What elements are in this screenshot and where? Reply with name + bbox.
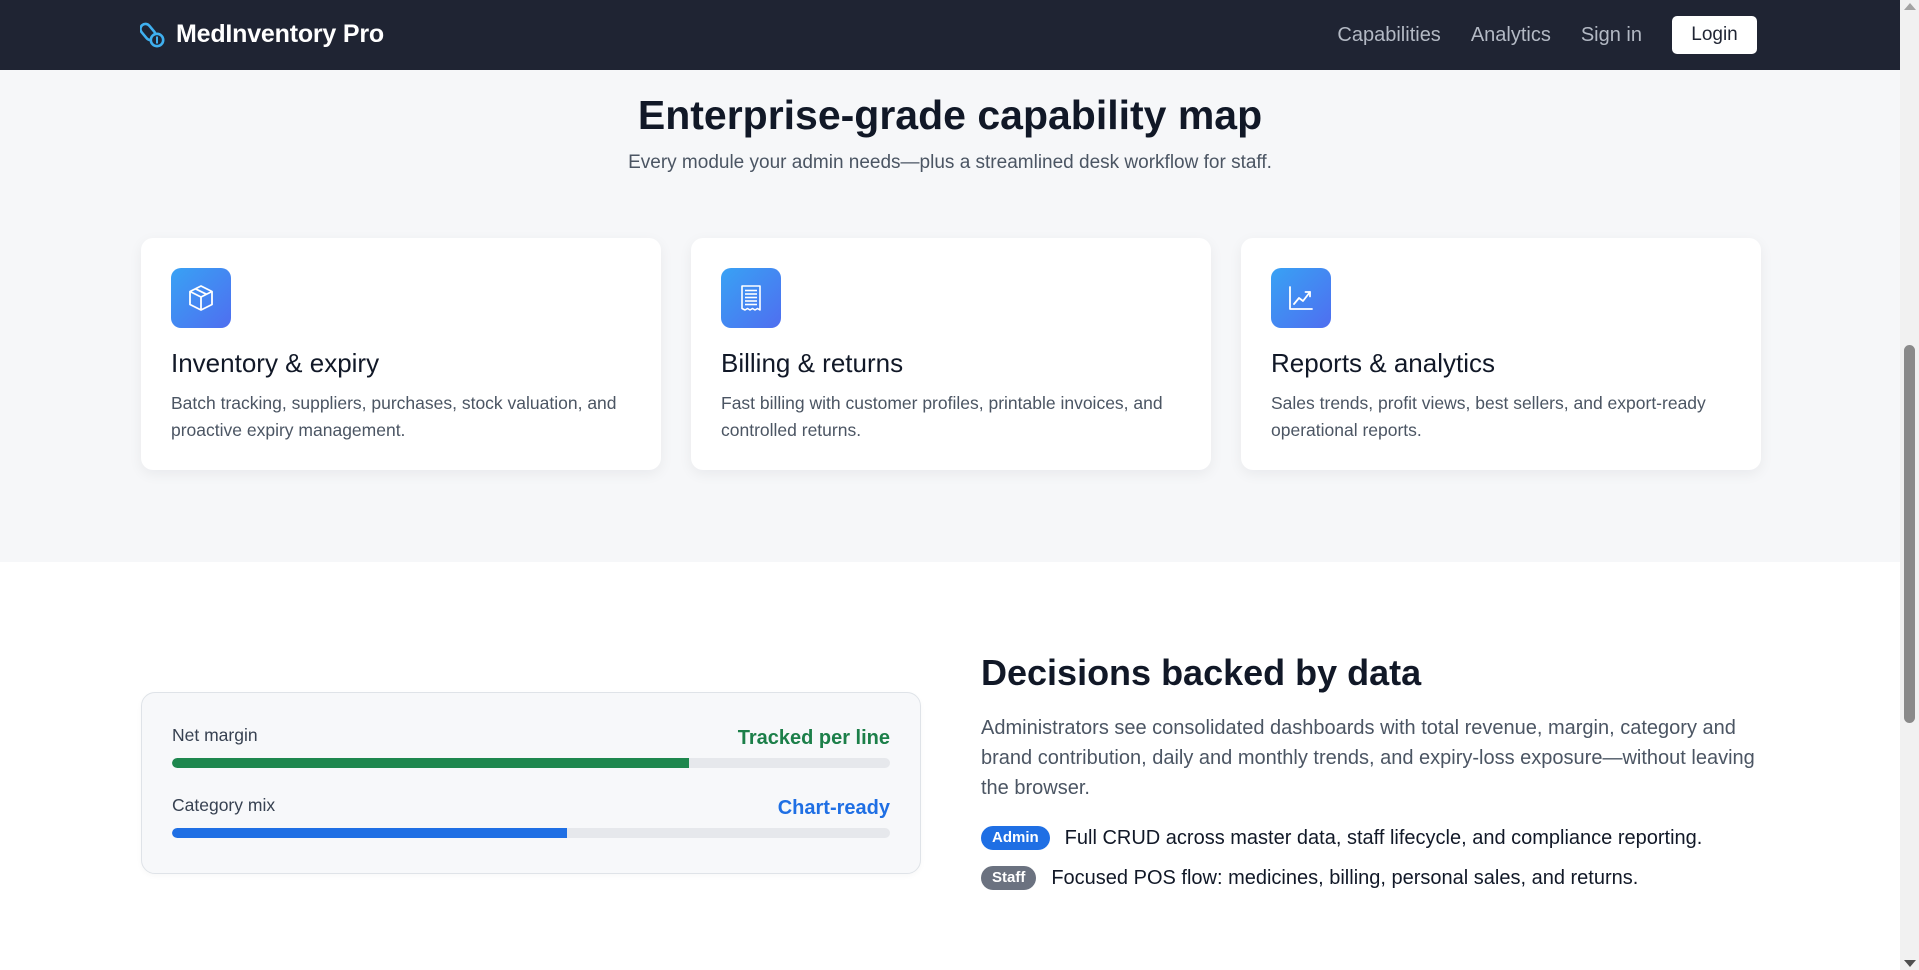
top-navbar: MedInventory Pro Capabilities Analytics … xyxy=(0,0,1900,70)
scroll-thumb[interactable] xyxy=(1904,345,1915,723)
progress-track xyxy=(172,758,890,768)
brand-name: MedInventory Pro xyxy=(176,20,384,48)
card-title: Reports & analytics xyxy=(1271,348,1495,378)
role-staff: Staff Focused POS flow: medicines, billi… xyxy=(981,866,1638,890)
capabilities-subtitle: Every module your admin needs—plus a str… xyxy=(628,152,1272,173)
card-description: Sales trends, profit views, best sellers… xyxy=(1271,393,1706,440)
nav-link-sign-in[interactable]: Sign in xyxy=(1581,16,1642,54)
card-description: Batch tracking, suppliers, purchases, st… xyxy=(171,393,617,440)
progress-track xyxy=(172,828,890,838)
metric-value: Tracked per line xyxy=(737,727,890,749)
capabilities-title: Enterprise-grade capability map xyxy=(637,92,1263,138)
metric-value: Chart-ready xyxy=(777,797,890,819)
page-scrollbar[interactable] xyxy=(1900,0,1919,970)
progress-bar-fill xyxy=(172,758,689,768)
analytics-title: Decisions backed by data xyxy=(981,652,1422,693)
progress-bar-fill xyxy=(172,828,567,838)
analytics-description: Administrators see consolidated dashboar… xyxy=(981,717,1755,799)
scroll-up-arrow-icon[interactable] xyxy=(1904,3,1916,10)
capability-card-reports: Reports & analytics Sales trends, profit… xyxy=(1241,238,1761,470)
card-title: Billing & returns xyxy=(721,348,904,378)
admin-badge: Admin xyxy=(981,826,1050,850)
capability-card-billing: Billing & returns Fast billing with cust… xyxy=(691,238,1211,470)
metric-label: Category mix xyxy=(172,795,276,815)
role-description: Focused POS flow: medicines, billing, pe… xyxy=(1051,866,1639,889)
nav-links: Capabilities Analytics Sign in Login xyxy=(1337,16,1757,54)
nav-link-analytics[interactable]: Analytics xyxy=(1471,16,1551,54)
nav-link-capabilities[interactable]: Capabilities xyxy=(1337,16,1440,54)
role-admin: Admin Full CRUD across master data, staf… xyxy=(981,826,1702,850)
capability-card-inventory: Inventory & expiry Batch tracking, suppl… xyxy=(141,238,661,470)
role-description: Full CRUD across master data, staff life… xyxy=(1064,826,1703,849)
pill-icon xyxy=(140,22,165,47)
metrics-panel: Net margin Tracked per line Category mix… xyxy=(141,692,921,874)
receipt-icon xyxy=(721,268,781,328)
capabilities-section: Enterprise-grade capability map Every mo… xyxy=(0,70,1900,562)
analytics-section: Net margin Tracked per line Category mix… xyxy=(0,562,1900,970)
scroll-down-arrow-icon[interactable] xyxy=(1904,960,1916,967)
brand-logo[interactable]: MedInventory Pro xyxy=(140,20,384,49)
staff-badge: Staff xyxy=(981,866,1037,890)
box-icon xyxy=(171,268,231,328)
metric-label: Net margin xyxy=(172,725,258,745)
card-description: Fast billing with customer profiles, pri… xyxy=(721,393,1163,440)
login-button[interactable]: Login xyxy=(1672,16,1757,54)
chart-line-icon xyxy=(1271,268,1331,328)
card-title: Inventory & expiry xyxy=(171,348,380,378)
